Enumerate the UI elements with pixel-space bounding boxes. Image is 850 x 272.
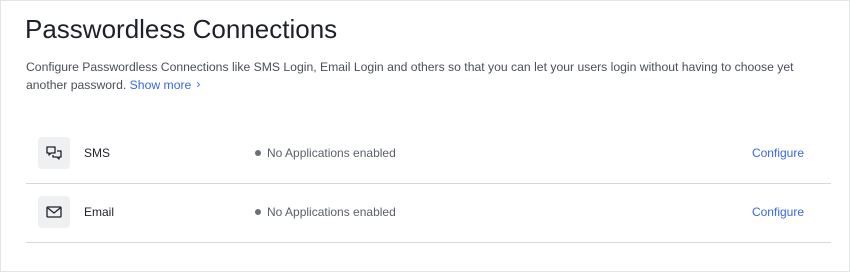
status-text: No Applications enabled — [267, 146, 396, 160]
chat-bubbles-icon — [38, 137, 70, 169]
show-more-label: Show more — [129, 78, 192, 92]
status-dot-icon — [255, 209, 261, 215]
status-badge: No Applications enabled — [255, 205, 396, 219]
status-dot-icon — [255, 150, 261, 156]
chevron-right-icon: › — [196, 77, 201, 91]
page-title: Passwordless Connections — [25, 14, 338, 44]
connection-list: SMS No Applications enabled Configure Em… — [26, 125, 831, 243]
connection-name: Email — [84, 205, 115, 219]
connection-row-email: Email No Applications enabled Configure — [26, 184, 831, 243]
show-more-link[interactable]: Show more › — [129, 77, 201, 92]
configure-email-button[interactable]: Configure — [752, 205, 804, 219]
page-description: Configure Passwordless Connections like … — [26, 58, 836, 94]
status-badge: No Applications enabled — [255, 146, 396, 160]
status-text: No Applications enabled — [267, 205, 396, 219]
connection-name: SMS — [84, 146, 111, 160]
configure-sms-button[interactable]: Configure — [752, 146, 804, 160]
passwordless-panel: Passwordless Connections Configure Passw… — [0, 0, 850, 272]
envelope-icon — [38, 196, 70, 228]
connection-row-sms: SMS No Applications enabled Configure — [26, 125, 831, 184]
